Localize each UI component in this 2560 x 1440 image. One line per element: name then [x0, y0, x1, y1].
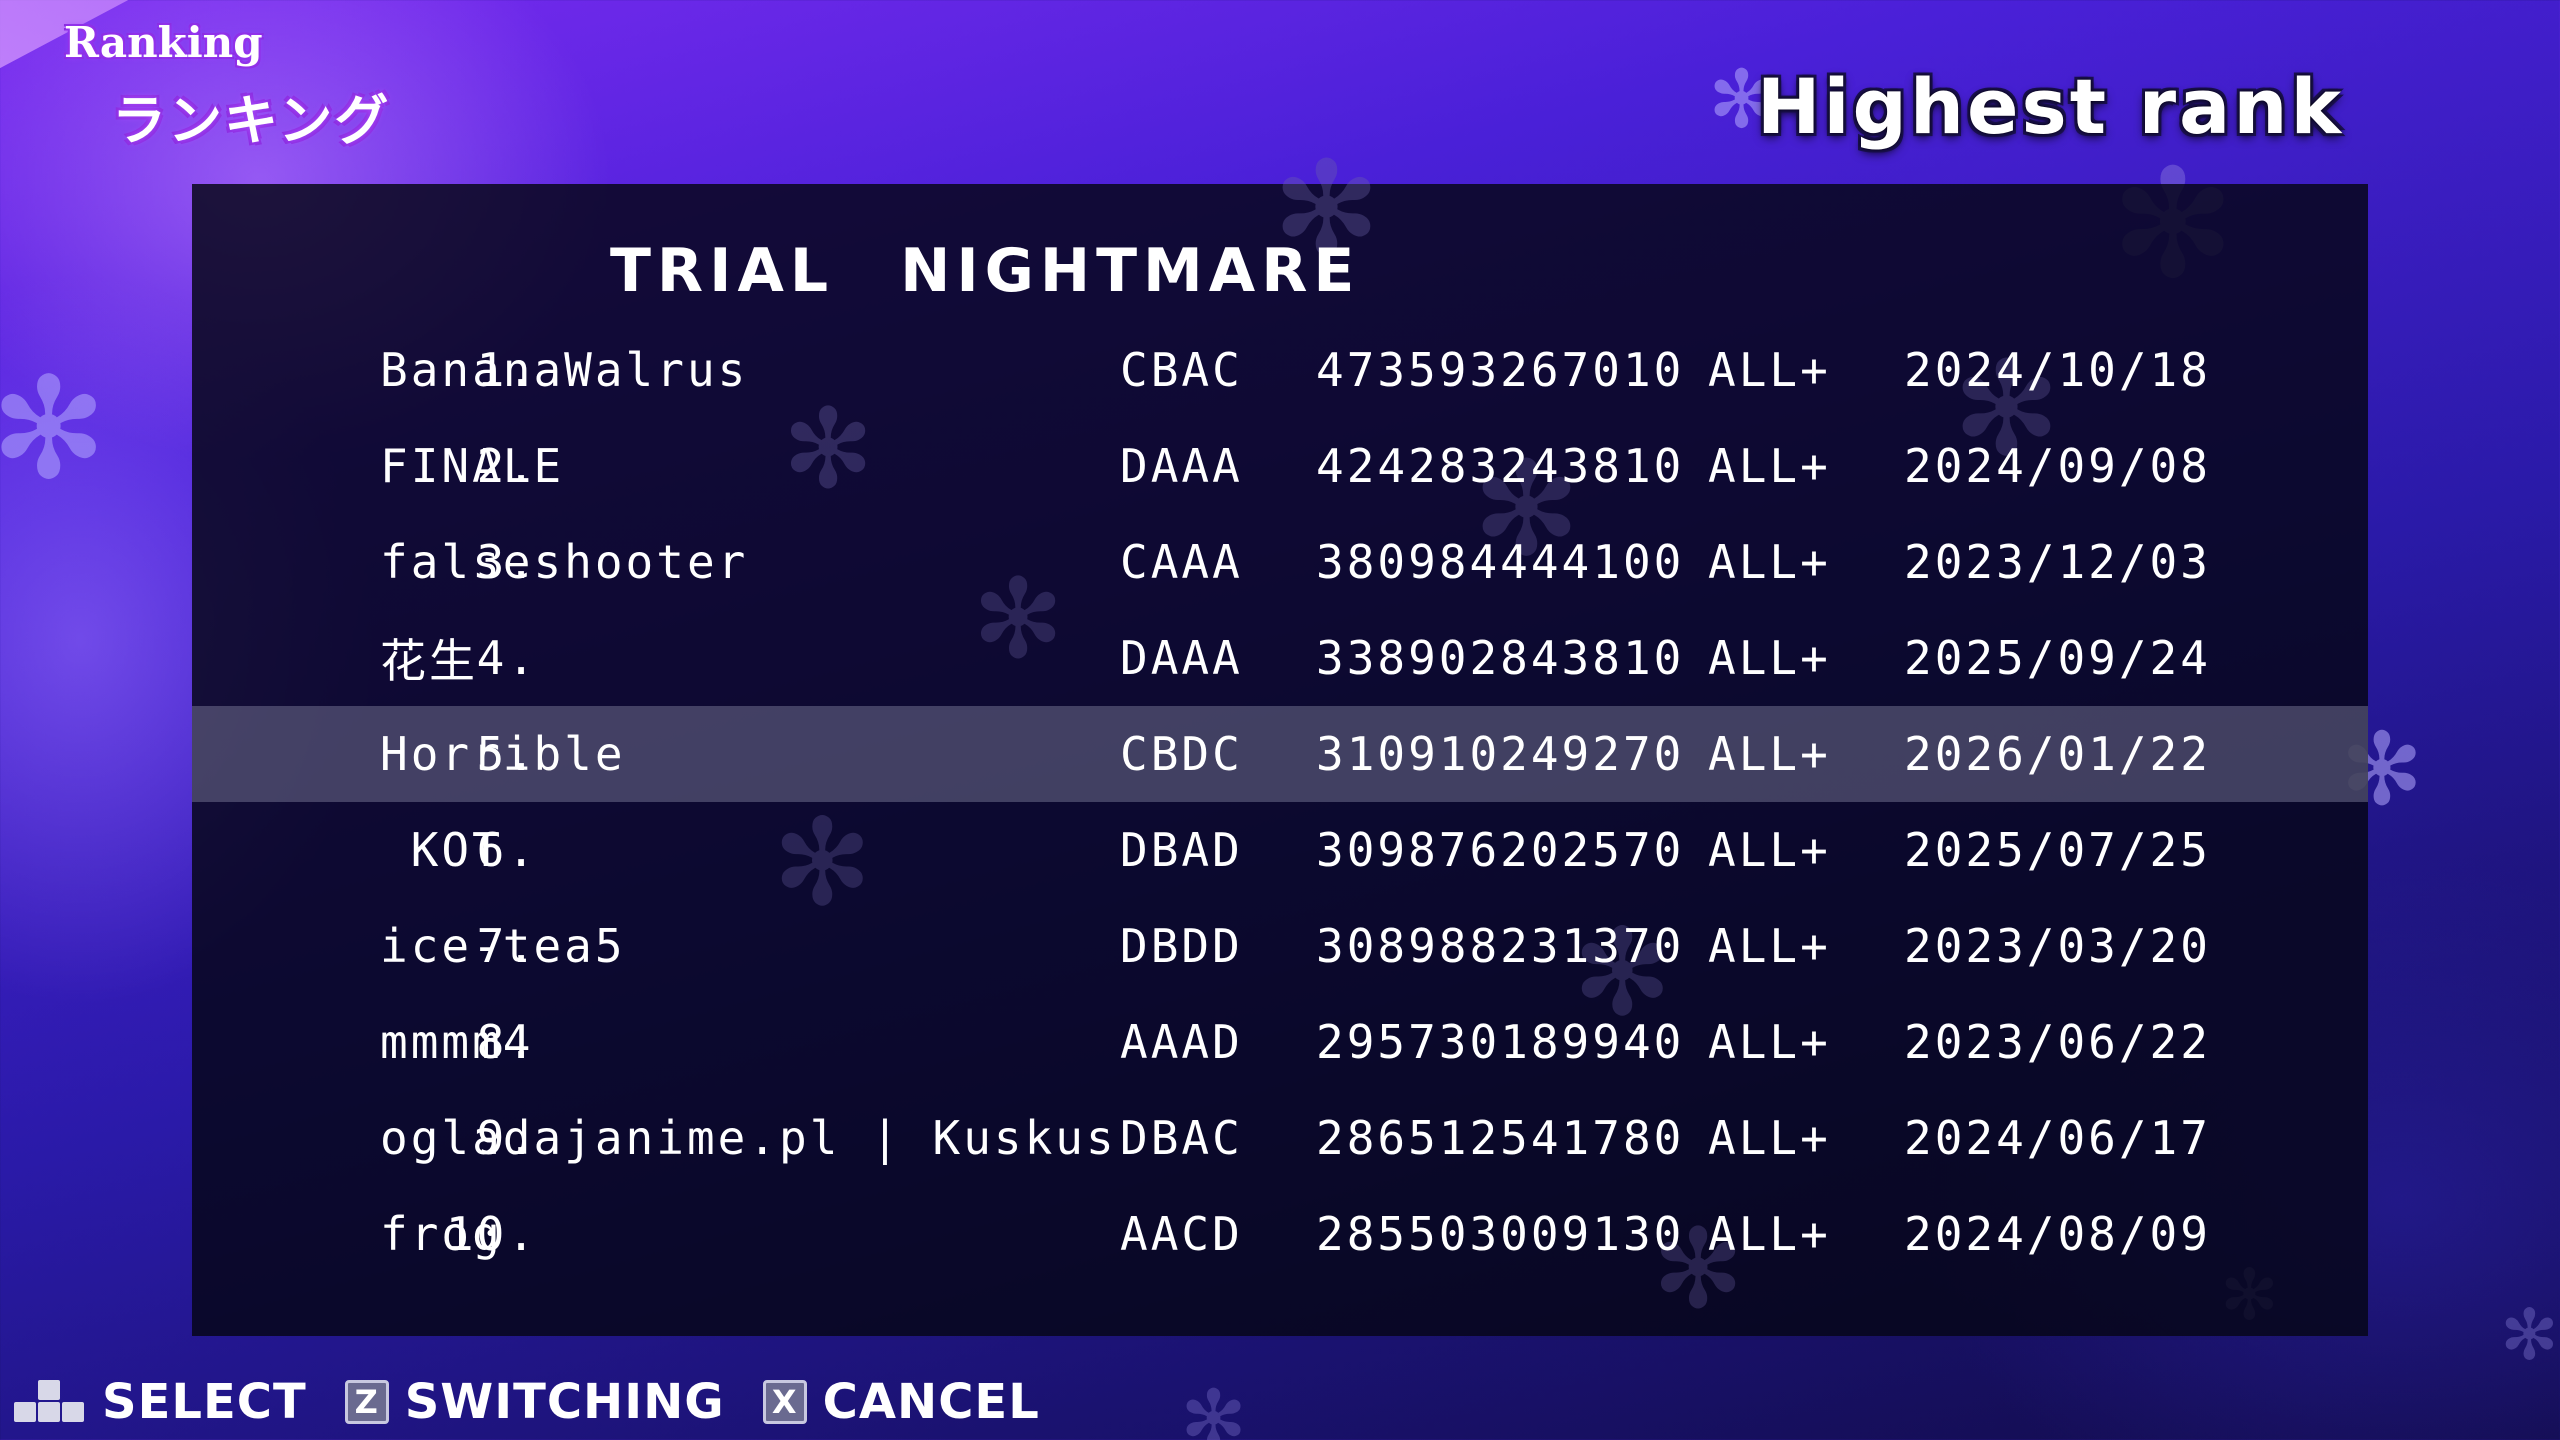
ranking-panel: ✻ ✻ ✻ ✻ ✻ ✻ ✻ ✻ TRIAL NIGHTMARE 1. Banana… [192, 144, 2368, 1336]
play-date: 2024/08/09 [1904, 1207, 2211, 1261]
clear-status: ALL+ [1708, 535, 1831, 589]
score-value: 310910249270 [1316, 727, 1685, 781]
player-name: BananaWalrus [380, 343, 749, 397]
clear-status: ALL+ [1708, 439, 1831, 493]
score-value: 295730189940 [1316, 1015, 1685, 1069]
judge-grades: DBAD [1120, 823, 1243, 877]
ranking-row[interactable]: 3. falseshooter CAAA 380984444100 ALL+ 2023/1… [192, 514, 2368, 610]
judge-grades: CBAC [1120, 343, 1243, 397]
player-name: ogladajanime.pl | Kuskus [380, 1111, 1117, 1165]
judge-grades: AAAD [1120, 1015, 1243, 1069]
select-hint-label: SELECT [102, 1374, 307, 1430]
rank-number: 4. [476, 631, 538, 685]
judge-grades: CAAA [1120, 535, 1243, 589]
play-date: 2024/09/08 [1904, 439, 2211, 493]
screen-title-english: Ranking [64, 18, 263, 67]
ranking-row[interactable]: 4. 花生 DAAA 338902843810 ALL+ 2025/09/24 [192, 610, 2368, 706]
player-name: mmmm4 [380, 1015, 534, 1069]
ranking-row[interactable]: 6. KOT DBAD 309876202570 ALL+ 2025/07/25 [192, 802, 2368, 898]
clear-status: ALL+ [1708, 343, 1831, 397]
ranking-list: 1. BananaWalrus CBAC 473593267010 ALL+ 2024/1… [192, 322, 2368, 1282]
snowflake-decor: ✻ [0, 348, 108, 511]
player-name: ice-tea5 [380, 919, 626, 973]
judge-grades: CBDC [1120, 727, 1243, 781]
score-value: 308988231370 [1316, 919, 1685, 973]
ranking-mode-title: Highest rank [1756, 62, 2344, 151]
player-name: falseshooter [380, 535, 749, 589]
clear-status: ALL+ [1708, 1111, 1831, 1165]
score-value: 424283243810 [1316, 439, 1685, 493]
clear-status: ALL+ [1708, 1015, 1831, 1069]
clear-status: ALL+ [1708, 1207, 1831, 1261]
play-date: 2024/10/18 [1904, 343, 2211, 397]
chart-difficulty-heading: TRIAL NIGHTMARE [610, 236, 1361, 306]
ranking-row[interactable]: 5. Horrible CBDC 310910249270 ALL+ 2026/01/22 [192, 706, 2368, 802]
play-date: 2023/03/20 [1904, 919, 2211, 973]
control-hints: SELECT Z SWITCHING X CANCEL [12, 1372, 1078, 1432]
judge-grades: DAAA [1120, 439, 1243, 493]
play-date: 2024/06/17 [1904, 1111, 2211, 1165]
play-date: 2023/12/03 [1904, 535, 2211, 589]
ranking-row[interactable]: 8. mmmm4 AAAD 295730189940 ALL+ 2023/06/22 [192, 994, 2368, 1090]
player-name: Horrible [380, 727, 626, 781]
player-name: FINALE [380, 439, 565, 493]
judge-grades: DBDD [1120, 919, 1243, 973]
x-key-icon: X [762, 1380, 807, 1424]
score-value: 286512541780 [1316, 1111, 1685, 1165]
play-date: 2023/06/22 [1904, 1015, 2211, 1069]
ranking-row[interactable]: 1. BananaWalrus CBAC 473593267010 ALL+ 2024/1… [192, 322, 2368, 418]
judge-grades: DBAC [1120, 1111, 1243, 1165]
cancel-hint-label: CANCEL [822, 1374, 1040, 1430]
player-name: 花生 [380, 634, 478, 688]
clear-status: ALL+ [1708, 631, 1831, 685]
screen-title-japanese: ランキング [112, 89, 391, 152]
ranking-row[interactable]: 2. FINALE DAAA 424283243810 ALL+ 2024/09/08 [192, 418, 2368, 514]
judge-grades: AACD [1120, 1207, 1243, 1261]
score-value: 338902843810 [1316, 631, 1685, 685]
clear-status: ALL+ [1708, 919, 1831, 973]
play-date: 2026/01/22 [1904, 727, 2211, 781]
score-value: 309876202570 [1316, 823, 1685, 877]
clear-status: ALL+ [1708, 823, 1831, 877]
snowflake-decor: ✻ [1180, 1373, 1248, 1440]
ranking-row[interactable]: 10. frog AACD 285503009130 ALL+ 2024/08/09 [192, 1186, 2368, 1282]
ranking-row[interactable]: 7. ice-tea5 DBDD 308988231370 ALL+ 2023/03/20 [192, 898, 2368, 994]
z-key-icon: Z [344, 1380, 389, 1424]
ranking-row[interactable]: 9. ogladajanime.pl | Kuskus DBAC 2865125417… [192, 1090, 2368, 1186]
player-name: frog [380, 1207, 503, 1261]
play-date: 2025/07/25 [1904, 823, 2211, 877]
judge-grades: DAAA [1120, 631, 1243, 685]
player-name: KOT [380, 823, 503, 877]
dpad-icon [12, 1380, 86, 1424]
score-value: 285503009130 [1316, 1207, 1685, 1261]
score-value: 380984444100 [1316, 535, 1685, 589]
score-value: 473593267010 [1316, 343, 1685, 397]
clear-status: ALL+ [1708, 727, 1831, 781]
play-date: 2025/09/24 [1904, 631, 2211, 685]
snowflake-decor: ✻ [2500, 1294, 2559, 1376]
switching-hint-label: SWITCHING [404, 1374, 725, 1430]
